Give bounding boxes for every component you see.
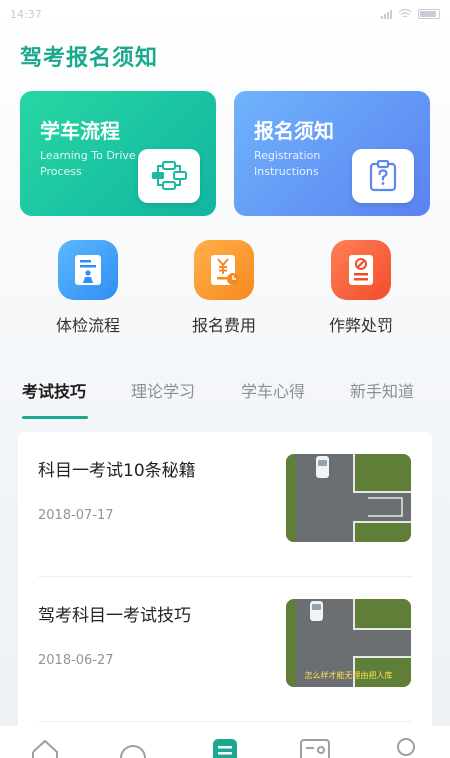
status-right [381,9,440,19]
medical-exam-feature[interactable]: 体检流程 [38,240,138,336]
status-left: 14:37 [10,8,42,21]
page-title: 驾考报名须知 [20,46,159,71]
feature-label: 报名费用 [191,316,256,335]
medical-exam-icon [58,240,118,300]
chat-bubble-icon[interactable] [118,738,148,758]
category-tabs: 考试技巧 理论学习 学车心得 新手知道 [0,378,450,419]
card-subtitle: Learning To Drive Process [40,149,136,178]
card-title: 学车流程 [40,119,120,143]
active-tab-indicator [22,416,88,419]
time-text: 14:37 [10,7,42,21]
card-subtitle: Registration Instructions [254,149,321,178]
fee-receipt-icon [194,240,254,300]
tab-theory-study[interactable]: 理论学习 [131,378,195,402]
bottom-navigation [0,726,450,758]
card-title: 报名须知 [254,119,334,143]
list-icon[interactable] [212,738,238,758]
feature-label: 作弊处罚 [328,316,393,335]
feature-label: 体检流程 [55,316,120,335]
signal-icon [381,9,392,19]
article-title: 驾考科目一考试技巧 [38,606,191,626]
wifi-icon [398,9,412,18]
tab-driving-experience[interactable]: 学车心得 [241,378,305,402]
article-title: 科目一考试10条秘籍 [38,461,196,481]
home-icon[interactable] [30,738,60,758]
flowchart-icon [138,149,200,203]
penalty-document-icon [331,240,391,300]
article-date: 2018-07-17 [38,508,114,523]
profile-icon[interactable] [393,738,419,758]
clipboard-question-icon [352,149,414,203]
registration-instructions-card[interactable]: 报名须知 Registration Instructions [234,91,430,216]
tab-beginner-guide[interactable]: 新手知道 [350,378,414,402]
learning-process-card[interactable]: 学车流程 Learning To Drive Process [20,91,216,216]
thumbnail-caption: 怎么样才能无理由把人库 [304,671,393,680]
list-item[interactable]: 驾考科目一考试技巧 2018-06-27 怎么样才能无理由把人库 [18,577,432,722]
article-list: 科目一考试10条秘籍 2018-07-17 驾考科目一考试技巧 2018-06-… [18,432,432,732]
registration-fee-feature[interactable]: 报名费用 [174,240,274,336]
cheating-penalty-feature[interactable]: 作弊处罚 [311,240,411,336]
battery-icon [418,9,440,19]
list-item[interactable]: 科目一考试10条秘籍 2018-07-17 [18,432,432,577]
article-thumbnail: 怎么样才能无理由把人库 [286,599,411,687]
divider [38,721,412,722]
tab-exam-tips[interactable]: 考试技巧 [22,378,86,402]
id-card-icon[interactable] [300,738,330,758]
article-date: 2018-06-27 [38,653,114,668]
status-bar: 14:37 [0,0,450,28]
article-thumbnail [286,454,411,542]
